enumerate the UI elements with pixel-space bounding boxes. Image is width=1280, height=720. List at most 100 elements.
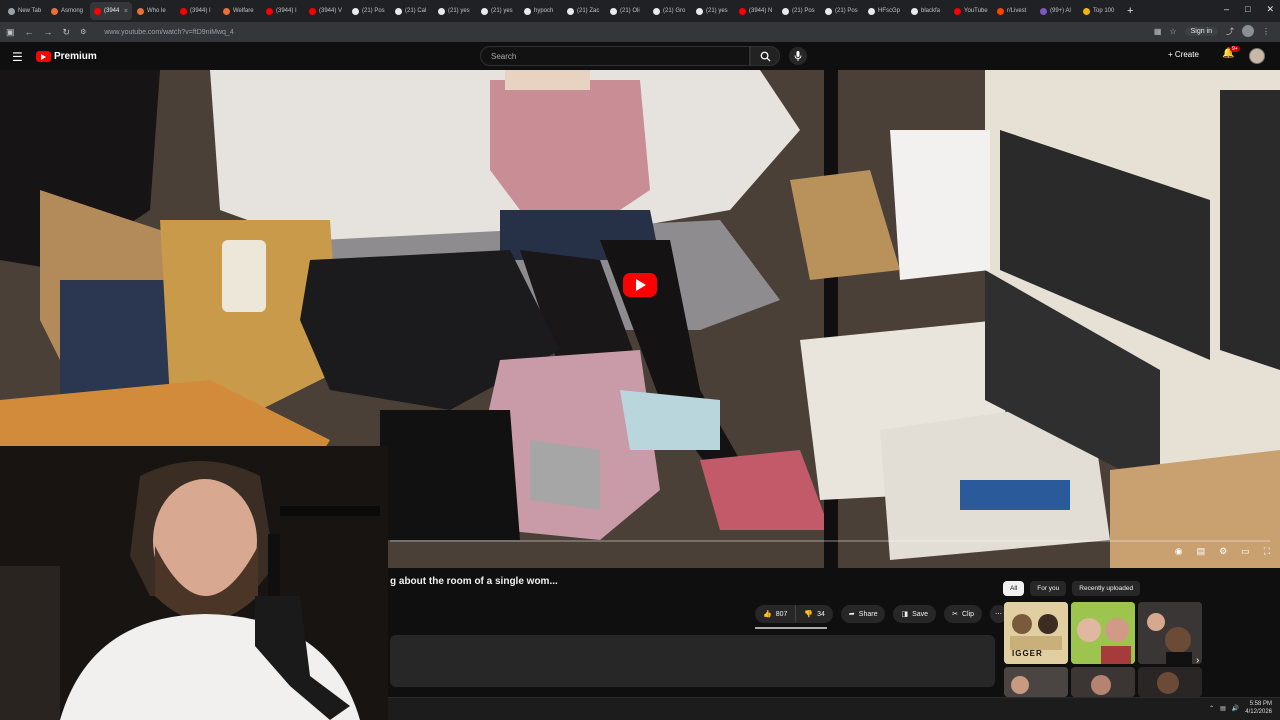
browser-tab[interactable]: blackfa bbox=[907, 2, 949, 20]
browser-tab[interactable]: (3944) I bbox=[262, 2, 304, 20]
browser-tab[interactable]: (21) Gro bbox=[649, 2, 691, 20]
browser-tab[interactable]: (99+) Al bbox=[1036, 2, 1078, 20]
browser-tab[interactable]: (21) Pos bbox=[348, 2, 390, 20]
like-button[interactable]: 👍 807 bbox=[755, 605, 797, 623]
tab-favicon-icon bbox=[696, 7, 703, 15]
theater-mode-icon[interactable]: ▭ bbox=[1241, 546, 1250, 557]
url-field[interactable]: www.youtube.com/watch?v=ftD9niMwq_4 bbox=[104, 29, 233, 36]
extensions-icon[interactable]: ▦ bbox=[1154, 27, 1162, 36]
video-progress-bar[interactable] bbox=[390, 540, 1270, 542]
create-button[interactable]: + Create bbox=[1168, 50, 1199, 59]
player-controls: ◉ ▤ ⚙ ▭ ⛶ bbox=[1175, 546, 1270, 557]
thumbs-up-icon: 👍 bbox=[763, 611, 772, 618]
browser-tab[interactable]: Asmong bbox=[47, 2, 89, 20]
tab-favicon-icon bbox=[825, 7, 832, 15]
reload-icon[interactable]: ↻ bbox=[63, 27, 71, 38]
share-page-icon[interactable]: ⤴ bbox=[1226, 26, 1234, 37]
network-icon[interactable]: ▤ bbox=[1220, 705, 1226, 712]
browser-tab[interactable]: (3944) I bbox=[176, 2, 218, 20]
save-button[interactable]: ◨ Save bbox=[893, 605, 937, 623]
browser-tab[interactable]: (21) Pos bbox=[821, 2, 863, 20]
browser-tab[interactable]: (21) Cal bbox=[391, 2, 433, 20]
chevron-right-icon[interactable]: › bbox=[1196, 655, 1199, 666]
site-info-icon[interactable]: ⚙ bbox=[80, 28, 86, 36]
browser-tab[interactable]: (21) Oli bbox=[606, 2, 648, 20]
browser-tab[interactable]: (21) yes bbox=[477, 2, 519, 20]
tab-label: (3944) V bbox=[319, 8, 343, 14]
play-button[interactable] bbox=[623, 273, 657, 297]
browser-tab[interactable]: Who le bbox=[133, 2, 175, 20]
browser-tab[interactable]: Welfare bbox=[219, 2, 261, 20]
scissors-icon: ✂ bbox=[952, 611, 958, 618]
share-button[interactable]: ➦ Share bbox=[840, 605, 886, 623]
new-tab-button[interactable]: + bbox=[1127, 5, 1133, 17]
search-button[interactable] bbox=[750, 46, 780, 66]
create-label: Create bbox=[1174, 50, 1199, 59]
youtube-logo-icon bbox=[36, 51, 51, 62]
tab-favicon-icon bbox=[137, 7, 144, 15]
browser-profile-avatar[interactable] bbox=[1242, 25, 1254, 37]
minimize-icon[interactable]: – bbox=[1224, 4, 1229, 15]
youtube-premium-logo[interactable]: Premium bbox=[36, 51, 97, 62]
thumbnail-image bbox=[1071, 602, 1135, 664]
browser-tab[interactable]: (21) Pos bbox=[778, 2, 820, 20]
youtube-account-avatar[interactable] bbox=[1249, 48, 1265, 64]
description-box[interactable] bbox=[390, 635, 995, 687]
settings-gear-icon[interactable]: ⚙ bbox=[1219, 546, 1227, 557]
browser-tab[interactable]: hypoch bbox=[520, 2, 562, 20]
tab-label: (21) yes bbox=[706, 8, 728, 14]
search-input[interactable]: Search bbox=[480, 46, 750, 66]
tab-label: blackfa bbox=[921, 8, 941, 14]
tray-chevron-icon[interactable]: ⌃ bbox=[1209, 705, 1214, 712]
thumbnail-image bbox=[1071, 667, 1135, 697]
captions-icon[interactable]: ▤ bbox=[1197, 546, 1206, 557]
sidebar-toggle-icon[interactable]: ▣ bbox=[6, 27, 15, 38]
share-icon: ➦ bbox=[848, 611, 855, 618]
back-icon[interactable]: ← bbox=[25, 27, 34, 37]
thumbnail-image bbox=[1004, 667, 1068, 697]
autoplay-toggle-icon[interactable]: ◉ bbox=[1175, 546, 1183, 557]
streamer-webcam bbox=[0, 446, 388, 720]
tab-close-icon[interactable]: × bbox=[124, 8, 128, 15]
save-label: Save bbox=[912, 610, 929, 618]
sign-in-button[interactable]: Sign in bbox=[1184, 26, 1218, 36]
video-thumbnail[interactable] bbox=[1138, 667, 1202, 697]
video-thumbnail[interactable]: IGGER bbox=[1004, 602, 1068, 664]
bookmark-icon[interactable]: ☆ bbox=[1169, 27, 1176, 36]
browser-tab[interactable]: YouTube bbox=[950, 2, 992, 20]
browser-tab[interactable]: (3944) V bbox=[305, 2, 347, 20]
clip-button[interactable]: ✂ Clip bbox=[944, 605, 983, 623]
tab-favicon-icon bbox=[266, 7, 273, 15]
browser-tab[interactable]: (21) Zac bbox=[563, 2, 605, 20]
browser-tab[interactable]: Top 100 bbox=[1079, 2, 1121, 20]
browser-tab[interactable]: (3944) N bbox=[735, 2, 777, 20]
browser-tab[interactable]: r/Livest bbox=[993, 2, 1035, 20]
tab-label: (3944) I bbox=[276, 8, 297, 14]
browser-tab[interactable]: HFscGp bbox=[864, 2, 906, 20]
browser-tab[interactable]: (21) yes bbox=[434, 2, 476, 20]
tab-label: (21) Pos bbox=[835, 8, 858, 14]
filter-chip[interactable]: For you bbox=[1030, 581, 1067, 596]
filter-chip[interactable]: All bbox=[1003, 581, 1025, 596]
browser-menu-icon[interactable]: ⋮ bbox=[1262, 27, 1270, 36]
taskbar-clock[interactable]: 5:58 PM 4/12/2026 bbox=[1245, 700, 1272, 716]
fullscreen-icon[interactable]: ⛶ bbox=[1264, 546, 1270, 557]
browser-tab[interactable]: (21) yes bbox=[692, 2, 734, 20]
tab-favicon-icon bbox=[610, 7, 617, 15]
filter-chip[interactable]: Recently uploaded bbox=[1072, 581, 1141, 596]
tab-favicon-icon bbox=[352, 7, 359, 15]
recommended-videos: IGGER bbox=[1004, 602, 1202, 697]
voice-search-button[interactable] bbox=[789, 47, 807, 65]
browser-tab[interactable]: (3944 × bbox=[90, 2, 132, 20]
forward-icon[interactable]: → bbox=[44, 27, 53, 37]
video-thumbnail[interactable] bbox=[1071, 602, 1135, 664]
video-thumbnail[interactable] bbox=[1004, 667, 1068, 697]
video-thumbnail[interactable] bbox=[1071, 667, 1135, 697]
volume-icon[interactable]: 🔊 bbox=[1232, 705, 1239, 712]
video-thumbnail[interactable] bbox=[1138, 602, 1202, 664]
browser-tab[interactable]: New Tab bbox=[4, 2, 46, 20]
guide-menu-icon[interactable]: ☰ bbox=[12, 50, 23, 64]
maximize-icon[interactable]: □ bbox=[1245, 4, 1250, 15]
dislike-button[interactable]: 👎 34 bbox=[796, 605, 833, 623]
close-icon[interactable]: ✕ bbox=[1266, 4, 1274, 15]
